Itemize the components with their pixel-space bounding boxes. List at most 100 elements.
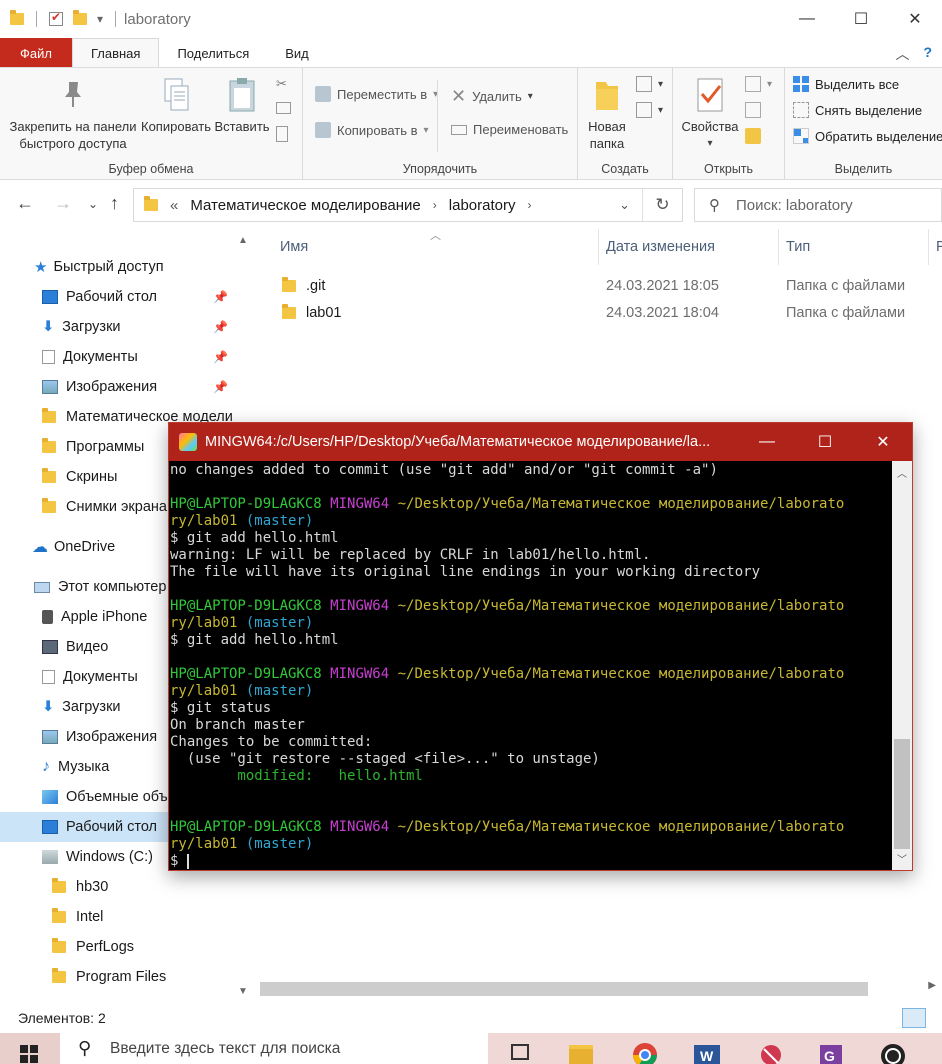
column-header-date[interactable]: Дата изменения: [606, 229, 715, 265]
terminal-output[interactable]: no changes added to commit (use "git add…: [170, 461, 890, 870]
scroll-up-icon[interactable]: ︿: [897, 465, 907, 480]
new-item-button[interactable]: ▾: [636, 76, 663, 92]
close-button[interactable]: ✕: [888, 0, 942, 38]
open-button[interactable]: ▾: [745, 76, 772, 92]
snipping-tool-taskbar-icon[interactable]: [756, 1037, 786, 1064]
start-button[interactable]: [0, 1033, 60, 1064]
copy-button[interactable]: Копировать: [140, 76, 212, 135]
address-dropdown-icon[interactable]: ⌄: [619, 197, 630, 213]
copy-to-button[interactable]: Копировать в ▾: [315, 122, 429, 138]
back-arrow-icon[interactable]: ←: [16, 193, 34, 214]
nav-folder[interactable]: Program Files: [0, 962, 234, 992]
select-none-button[interactable]: Снять выделение: [793, 102, 922, 118]
nav-desktop[interactable]: Рабочий стол 📌: [0, 282, 234, 312]
file-explorer-taskbar-icon[interactable]: [566, 1037, 596, 1064]
up-arrow-icon[interactable]: ↑: [110, 193, 119, 214]
new-folder-quick-icon[interactable]: [73, 10, 87, 25]
delete-button[interactable]: ✕ Удалить ▾: [451, 86, 533, 107]
column-separator[interactable]: [778, 229, 779, 265]
git-gui-taskbar-icon[interactable]: G: [816, 1037, 846, 1064]
terminal-maximize-button[interactable]: ☐: [796, 423, 854, 461]
paste-button[interactable]: Вставить: [214, 76, 270, 135]
chevron-down-icon[interactable]: ▾: [97, 12, 103, 26]
forward-arrow-icon[interactable]: →: [54, 193, 72, 214]
file-row[interactable]: .git 24.03.2021 18:05 Папка с файлами: [254, 272, 942, 299]
nav-folder[interactable]: PerfLogs: [0, 932, 234, 962]
scroll-up-icon[interactable]: ▲: [238, 235, 248, 246]
rename-button[interactable]: Переименовать: [451, 122, 568, 137]
folder-icon: [282, 276, 296, 292]
pin-quick-access-button[interactable]: Закрепить на панели быстрого доступа: [8, 76, 138, 152]
details-view-icon[interactable]: [902, 1008, 926, 1028]
nav-folder[interactable]: Intel: [0, 902, 234, 932]
scrollbar-thumb[interactable]: [894, 739, 910, 849]
terminal-scrollbar[interactable]: ︿ ﹀: [892, 461, 912, 870]
chevron-down-icon: ▾: [707, 138, 713, 149]
new-folder-button[interactable]: Новая папка: [584, 76, 630, 152]
terminal-minimize-button[interactable]: —: [738, 423, 796, 461]
nav-label: Рабочий стол: [66, 819, 158, 835]
invert-selection-button[interactable]: Обратить выделение: [793, 128, 942, 144]
copy-path-icon[interactable]: [276, 102, 291, 114]
address-bar[interactable]: « Математическое моделирование › laborat…: [133, 188, 683, 222]
horizontal-scrollbar[interactable]: ▶: [254, 978, 942, 1000]
maximize-button[interactable]: ☐: [834, 0, 888, 38]
nav-documents[interactable]: Документы 📌: [0, 342, 234, 372]
column-header-type[interactable]: Тип: [786, 229, 810, 265]
scroll-down-icon[interactable]: ﹀: [897, 851, 907, 866]
task-view-icon[interactable]: [506, 1037, 536, 1064]
nav-downloads[interactable]: ⬇ Загрузки 📌: [0, 312, 234, 342]
easy-access-button[interactable]: ▾: [636, 102, 663, 118]
scroll-right-icon[interactable]: ▶: [928, 980, 936, 991]
paste-shortcut-icon[interactable]: [276, 126, 288, 142]
column-separator[interactable]: [598, 229, 599, 265]
history-button[interactable]: [745, 128, 761, 144]
nav-quick-access[interactable]: ★ Быстрый доступ: [0, 252, 234, 282]
cut-icon[interactable]: ✂: [276, 76, 287, 92]
word-taskbar-icon[interactable]: W: [692, 1037, 722, 1064]
nav-pictures[interactable]: Изображения 📌: [0, 372, 234, 402]
tab-share[interactable]: Поделиться: [159, 38, 267, 68]
nav-label: Документы: [63, 349, 138, 365]
ribbon: Закрепить на панели быстрого доступа Коп…: [0, 67, 942, 180]
terminal-input-line[interactable]: $: [170, 853, 890, 870]
properties-label: Свойства: [681, 119, 739, 134]
scrollbar-thumb[interactable]: [260, 982, 868, 996]
properties-button[interactable]: Свойства ▾: [679, 76, 741, 152]
terminal-close-button[interactable]: ✕: [854, 423, 912, 461]
refresh-icon[interactable]: ↻: [642, 189, 682, 221]
breadcrumb-item[interactable]: Математическое моделирование: [190, 197, 420, 214]
breadcrumb-item[interactable]: laboratory: [449, 197, 516, 214]
terminal-window[interactable]: MINGW64:/c/Users/HP/Desktop/Учеба/Матема…: [168, 422, 913, 871]
properties-quick-icon[interactable]: [49, 10, 63, 26]
obs-taskbar-icon[interactable]: [878, 1037, 908, 1064]
tab-view[interactable]: Вид: [267, 38, 327, 68]
tab-home[interactable]: Главная: [71, 38, 160, 68]
scroll-down-icon[interactable]: ▼: [238, 986, 248, 997]
breadcrumb-overflow[interactable]: «: [170, 197, 178, 214]
file-name-cell: .git: [282, 276, 325, 294]
nav-folder[interactable]: hb30: [0, 872, 234, 902]
column-header-size[interactable]: Р: [936, 229, 942, 265]
edit-button[interactable]: [745, 102, 761, 118]
file-row[interactable]: lab01 24.03.2021 18:04 Папка с файлами: [254, 299, 942, 326]
column-separator[interactable]: [928, 229, 929, 265]
taskbar-search-input[interactable]: ⚲ Введите здесь текст для поиска: [60, 1033, 488, 1064]
status-bar: Элементов: 2: [0, 1003, 942, 1033]
nav-label: Скрины: [66, 469, 118, 485]
select-all-button[interactable]: Выделить все: [793, 76, 899, 92]
search-input[interactable]: ⚲ Поиск: laboratory: [694, 188, 942, 222]
breadcrumb-chevron-icon[interactable]: ›: [527, 198, 531, 212]
move-to-button[interactable]: Переместить в ▾: [315, 86, 438, 102]
terminal-title-bar[interactable]: MINGW64:/c/Users/HP/Desktop/Учеба/Матема…: [169, 423, 912, 461]
collapse-ribbon-icon[interactable]: ︿: [895, 44, 909, 64]
chrome-taskbar-icon[interactable]: [630, 1037, 660, 1064]
recent-locations-chevron-icon[interactable]: ⌄: [88, 197, 98, 211]
minimize-button[interactable]: —: [780, 0, 834, 38]
select-all-label: Выделить все: [815, 76, 900, 92]
clipboard-group-label: Буфер обмена: [108, 162, 194, 176]
tab-file[interactable]: Файл: [0, 38, 72, 68]
column-header-name[interactable]: Имя: [280, 229, 308, 265]
help-icon[interactable]: ?: [923, 44, 932, 64]
breadcrumb-chevron-icon[interactable]: ›: [433, 198, 437, 212]
